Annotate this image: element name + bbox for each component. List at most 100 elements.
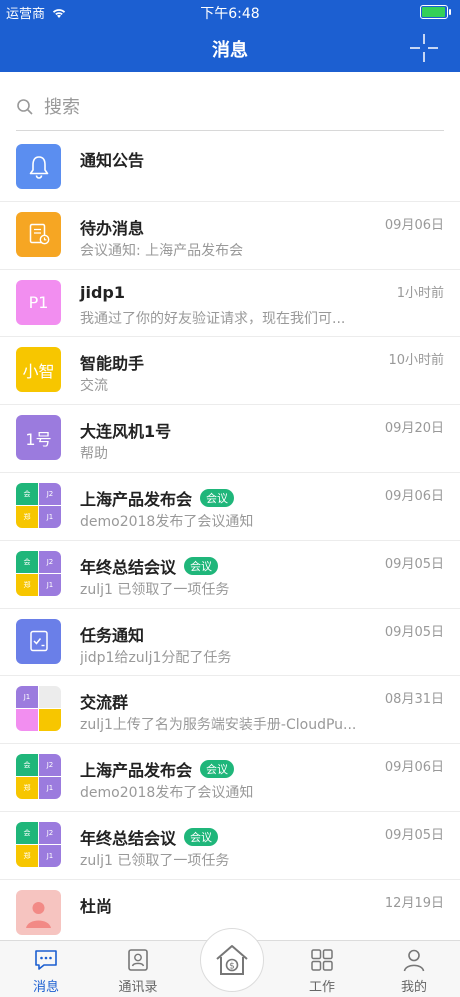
message-time: 10小时前 (388, 353, 444, 369)
avatar-cell (16, 709, 38, 732)
status-bar: 运营商 下午6:48 (0, 0, 460, 24)
message-title-text: jidp1 (80, 282, 126, 302)
avatar-text: P1 (28, 292, 49, 312)
svg-text:$: $ (229, 962, 235, 972)
avatar: P1 (16, 279, 61, 325)
task-icon (29, 630, 48, 652)
message-title: 待办消息 (80, 215, 144, 239)
avatar (16, 889, 61, 935)
avatar-cell (39, 709, 61, 732)
avatar: 会 J2 郑 J1 (16, 550, 61, 596)
message-item[interactable]: 任务通知 jidp1给zulj1分配了任务 09月05日 (0, 609, 460, 677)
bell-icon (29, 155, 48, 179)
message-preview: 我通过了你的好友验证请求，现在我们可... (80, 310, 346, 327)
message-item[interactable]: 会 J2 郑 J1 上海产品发布会 会议 demo2018发布了会议通知 09月06日 (0, 744, 460, 812)
message-title: jidp1 (80, 283, 125, 302)
message-preview: demo2018发布了会议通知 (80, 513, 254, 530)
message-time: 08月31日 (384, 692, 444, 708)
message-item[interactable]: 待办消息会议通知: 上海产品发布会 09月06日 (0, 202, 460, 270)
message-title-text: 智能助手 (80, 354, 145, 374)
avatar-cell: J1 (39, 573, 61, 596)
message-time: 09月05日 (384, 624, 444, 640)
message-time: 09月06日 (384, 488, 444, 504)
avatar: 会 J2 郑 J1 (16, 754, 61, 800)
avatar-cell: J1 (16, 686, 38, 709)
message-time: 1小时前 (396, 285, 444, 301)
avatar: 会 J2 郑 J1 (16, 821, 61, 867)
avatar-cell: 郑 (16, 573, 38, 596)
tab-messages[interactable]: 消息 (16, 947, 76, 995)
avatar-cell: 会 (16, 550, 38, 573)
search-input[interactable] (42, 95, 426, 119)
message-title: 交流群 (80, 689, 128, 713)
chat-icon (35, 950, 57, 970)
avatar (16, 211, 61, 257)
message-title: 上海产品发布会 会议 (80, 486, 235, 510)
add-plus-icon[interactable] (408, 32, 440, 64)
message-time: 09月05日 (384, 556, 444, 572)
message-preview: jidp1给zulj1分配了任务 (80, 649, 232, 666)
nav-bar: 消息 (0, 24, 460, 72)
profile-icon (403, 949, 425, 972)
message-time: 09月06日 (384, 760, 444, 776)
avatar-cell: 郑 (16, 505, 38, 528)
avatar-cell: 郑 (16, 777, 38, 800)
avatar-text: 1号 (25, 429, 52, 449)
tab-profile[interactable]: 我的 (384, 947, 444, 995)
avatar: 会 J2 郑 J1 (16, 482, 61, 528)
message-time: 09月06日 (384, 217, 444, 233)
message-item[interactable]: 会 J2 郑 J1 上海产品发布会 会议 demo2018发布了会议通知 09月06日 (0, 473, 460, 541)
message-time: 12月19日 (384, 895, 444, 911)
avatar-text: 小智 (22, 361, 55, 381)
message-item[interactable]: P1 jidp1 我通过了你的好友验证请求，现在我们可... 1小时前 (0, 270, 460, 338)
avatar-cell: 会 (16, 482, 38, 505)
message-item[interactable]: 会 J2 郑 J1 年终总结会议 会议 zulj1 已领取了一项任务 09月05日 (0, 812, 460, 880)
avatar-cell: 郑 (16, 844, 38, 867)
tab-label: 我的 (400, 980, 427, 995)
search-bar[interactable] (16, 84, 444, 131)
meeting-tag: 会议 (184, 556, 219, 575)
message-title-text: 交流群 (80, 693, 129, 713)
avatar (16, 618, 61, 664)
message-time: 09月05日 (384, 827, 444, 843)
message-preview: 交流 (80, 378, 108, 395)
avatar: 1号 (16, 415, 61, 461)
avatar-cell: J2 (39, 482, 61, 505)
meeting-tag: 会议 (200, 760, 235, 779)
battery-level (422, 7, 446, 17)
contacts-icon (128, 949, 148, 971)
search-icon (17, 99, 33, 115)
message-title-text: 任务通知 (80, 625, 145, 645)
avatar: J1 (16, 686, 61, 732)
avatar-cell: J2 (39, 754, 61, 777)
message-preview: 会议通知: 上海产品发布会 (80, 242, 244, 259)
message-title: 任务通知 (80, 622, 144, 646)
message-title-text: 通知公告 (80, 151, 145, 170)
avatar-cell (39, 686, 61, 709)
message-item[interactable]: 1号 大连风机1号 帮助 09月20日 (0, 405, 460, 473)
home-button[interactable]: $ (200, 928, 264, 992)
avatar-cell: J1 (39, 777, 61, 800)
message-title-text: 上海产品发布会 (80, 489, 193, 509)
tab-contacts[interactable]: 通讯录 (108, 947, 168, 995)
tab-work[interactable]: 工作 (292, 947, 352, 995)
avatar-cell: J2 (39, 821, 61, 844)
meeting-tag: 会议 (184, 827, 219, 846)
message-item[interactable]: 会 J2 郑 J1 年终总结会议 会议 zulj1 已领取了一项任务 09月05日 (0, 541, 460, 609)
message-title: 大连风机1号 (80, 418, 171, 442)
todo-doc-icon (29, 224, 49, 245)
message-title: 年终总结会议 会议 (80, 554, 219, 578)
message-title: 通知公告 (80, 147, 144, 171)
message-title-text: 大连风机1号 (80, 422, 172, 442)
message-title-text: 年终总结会议 (80, 557, 177, 577)
tab-label: 通讯录 (118, 980, 158, 995)
home-icon: $ (216, 945, 248, 975)
message-list: 通知公告待办消息会议通知: 上海产品发布会 09月06日 P1 jidp1 我通过了你的… (0, 134, 460, 947)
message-item[interactable]: 通知公告 (0, 134, 460, 202)
message-item[interactable]: 小智 智能助手交流 10小时前 (0, 337, 460, 406)
message-item[interactable]: J1 交流群 zulj1上传了名为服务端安装手册-CloudPu... 08月31日 (0, 676, 460, 745)
avatar-cell: J2 (39, 550, 61, 573)
message-title-text: 年终总结会议 (80, 828, 177, 848)
message-title-text: 杜尚 (80, 896, 113, 916)
message-preview: 帮助 (80, 446, 108, 463)
